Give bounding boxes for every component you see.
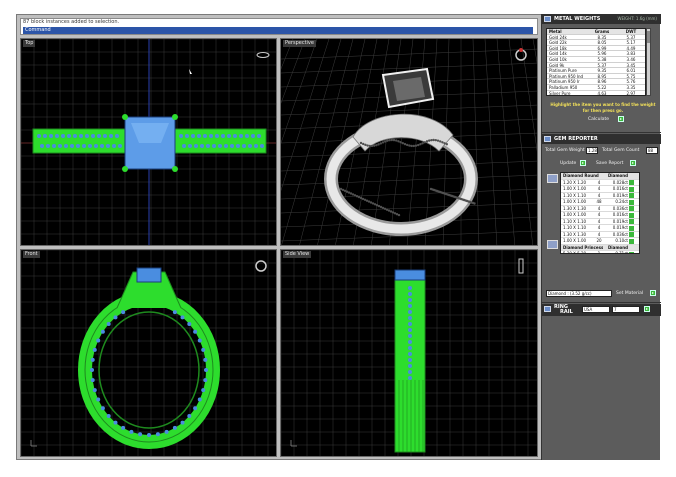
- checkbox-icon: [629, 238, 634, 244]
- ring-preview-icon: [518, 258, 524, 274]
- command-prompt[interactable]: Command: [23, 27, 533, 34]
- ring-band-front: [78, 291, 220, 449]
- save-report-button[interactable]: ▸: [630, 160, 636, 166]
- ring-size-value-select[interactable]: 7: [612, 306, 640, 313]
- gem-reporter-title: GEM REPORTER: [554, 136, 598, 142]
- plugin-panel: METAL WEIGHTS WEIGHT: 1.6g (mm) Metal Gr…: [541, 14, 661, 460]
- center-stone-front: [136, 267, 162, 283]
- metal-table-scrollbar[interactable]: [646, 28, 651, 96]
- checkbox-icon: [629, 186, 634, 192]
- total-gem-count-value: 88: [646, 147, 658, 154]
- checkbox-icon: [629, 206, 634, 211]
- total-gem-weight-label: Total Gem Weight: [545, 148, 585, 153]
- total-gem-weight-value: 1.28: [586, 147, 598, 154]
- metal-weights-subtitle: WEIGHT: 1.6g (mm): [617, 16, 657, 21]
- material-select[interactable]: Diamond : (3.52 g/cc): [546, 290, 612, 297]
- set-material-button[interactable]: ▸: [650, 290, 656, 296]
- viewport-top[interactable]: Top: [20, 38, 277, 246]
- ring-preview-icon: [255, 260, 267, 272]
- checkbox-icon: [629, 193, 634, 198]
- ring-icon: [544, 306, 551, 312]
- metal-weights-hint: Highlight the item you want to find the …: [550, 102, 656, 113]
- checkbox-icon: [629, 219, 634, 224]
- viewport-label-perspective[interactable]: Perspective: [283, 40, 316, 47]
- gem-reporter-header: GEM REPORTER: [542, 134, 661, 144]
- command-history[interactable]: 87 block instances added to selection. C…: [20, 18, 538, 35]
- update-label: Update: [560, 161, 577, 166]
- ring-size-system-select[interactable]: USA: [582, 306, 610, 313]
- top-view-canvas: [21, 39, 276, 245]
- viewport-perspective[interactable]: Perspective: [280, 38, 538, 246]
- ring-size-apply-button[interactable]: ▸: [644, 306, 650, 312]
- checkbox-icon: [629, 180, 634, 185]
- mouse-cursor: [189, 69, 192, 74]
- checkbox-icon: [629, 225, 634, 231]
- command-history-line: 87 block instances added to selection.: [23, 19, 120, 25]
- viewport-label-side[interactable]: Side View: [283, 251, 312, 258]
- save-report-label: Save Report: [596, 161, 624, 166]
- metal-weights-title: METAL WEIGHTS: [554, 16, 601, 22]
- table-row[interactable]: 5.20 X 5.20 1 0.71ct: [561, 251, 639, 253]
- metal-weights-header: METAL WEIGHTS WEIGHT: 1.6g (mm): [542, 14, 661, 24]
- viewport-label-top[interactable]: Top: [23, 40, 36, 47]
- gem-report-table[interactable]: Diamond Round Diamond 1.20 X 1.20 4 0.028ct 1…: [560, 172, 640, 254]
- gem-icon: [544, 136, 551, 142]
- calculate-label: Calculate: [588, 117, 610, 122]
- total-gem-count-label: Total Gem Count: [602, 148, 640, 153]
- diamond-round-thumbnail: [547, 174, 558, 183]
- checkbox-icon: [629, 232, 634, 237]
- checkbox-icon: [629, 251, 634, 253]
- viewport-label-front[interactable]: Front: [23, 251, 40, 258]
- checkbox-icon: [629, 199, 634, 205]
- diamond-princess-thumbnail: [547, 240, 558, 249]
- viewport-front[interactable]: Front: [20, 249, 277, 457]
- center-stone-side: [394, 269, 426, 281]
- update-button[interactable]: ▸: [580, 160, 586, 166]
- perspective-view-canvas: [281, 39, 537, 245]
- viewport-side[interactable]: Side View: [280, 249, 538, 457]
- side-view-canvas: [281, 250, 537, 456]
- checkbox-icon: [629, 212, 634, 218]
- front-view-canvas: [21, 250, 276, 456]
- ring-preview-icon: [256, 52, 270, 58]
- scale-icon: [544, 16, 551, 22]
- ring-size-subtitle: RAIL: [560, 309, 573, 315]
- metal-weights-table[interactable]: Metal Grams DWT Gold 24k 8.35 5.37 Gold 22k…: [546, 28, 646, 96]
- calculate-button[interactable]: ▸: [618, 116, 624, 122]
- set-material-label: Set Material: [616, 291, 644, 296]
